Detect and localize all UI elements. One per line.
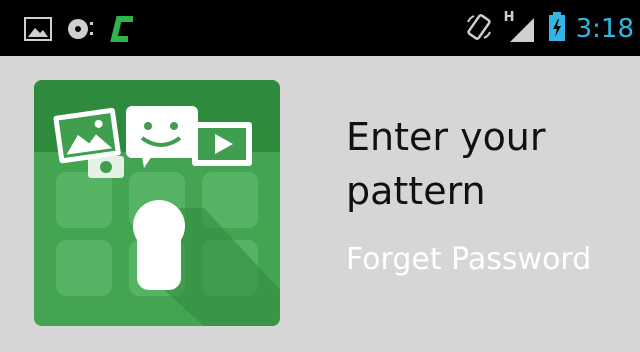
forget-password-link[interactable]: Forget Password: [346, 238, 591, 282]
app-lock-tile: [34, 80, 280, 326]
status-right-icons: H 3:18: [464, 10, 634, 46]
status-bar: H 3:18: [0, 0, 640, 56]
status-clock: 3:18: [575, 14, 634, 44]
battery-icon: [548, 12, 566, 46]
status-left-icons: [24, 14, 136, 48]
enter-pattern-title: Enter your pattern: [346, 115, 546, 213]
signal-icon: H: [504, 10, 538, 44]
gallery-icon: [24, 17, 52, 45]
rotate-icon: [464, 12, 494, 46]
network-type-label: H: [503, 10, 515, 25]
c-app-icon: [110, 14, 136, 48]
media-icon: [66, 16, 96, 46]
